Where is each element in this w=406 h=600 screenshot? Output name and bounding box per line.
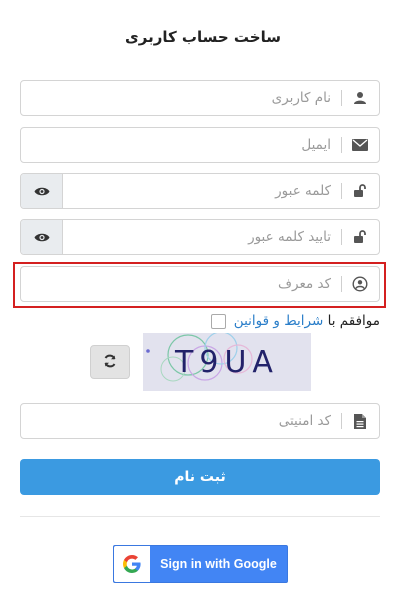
refresh-icon	[103, 353, 117, 372]
captcha-field[interactable]	[20, 403, 380, 439]
username-field[interactable]	[20, 80, 380, 116]
user-icon	[341, 81, 379, 115]
divider	[20, 516, 380, 517]
password-input[interactable]	[63, 174, 341, 208]
password-field[interactable]	[20, 173, 380, 209]
agree-and: و	[273, 313, 280, 329]
file-icon	[341, 404, 379, 438]
agree-checkbox[interactable]	[210, 313, 226, 329]
terms-link[interactable]: شرایط	[284, 313, 323, 329]
password-confirm-input[interactable]	[63, 220, 341, 254]
register-button[interactable]: ثبت نام	[20, 459, 380, 495]
unlock-icon	[341, 220, 379, 254]
agree-row: موافقم با شرایط و قوانین	[210, 313, 380, 329]
user-circle-icon	[341, 267, 379, 301]
email-field[interactable]	[20, 127, 380, 163]
password-confirm-field[interactable]	[20, 219, 380, 255]
eye-icon[interactable]	[21, 220, 63, 254]
envelope-icon	[341, 128, 379, 162]
google-logo-icon	[114, 546, 150, 582]
email-input[interactable]	[21, 128, 341, 162]
google-signin-button[interactable]: Sign in with Google	[113, 545, 288, 583]
captcha-text: T9UA	[175, 344, 279, 380]
referral-field[interactable]	[20, 266, 380, 302]
eye-icon[interactable]	[21, 174, 63, 208]
google-signin-label: Sign in with Google	[160, 557, 277, 571]
captcha-image: T9UA	[143, 333, 311, 391]
agree-prefix: موافقم با	[327, 313, 380, 329]
username-input[interactable]	[21, 81, 341, 115]
agree-text: موافقم با شرایط و قوانین	[234, 313, 380, 329]
referral-input[interactable]	[21, 267, 341, 301]
rules-link[interactable]: قوانین	[234, 313, 269, 329]
captcha-input[interactable]	[21, 404, 341, 438]
captcha-refresh-button[interactable]	[90, 345, 130, 379]
page-title: ساخت حساب کاربری	[125, 28, 281, 46]
unlock-icon	[341, 174, 379, 208]
